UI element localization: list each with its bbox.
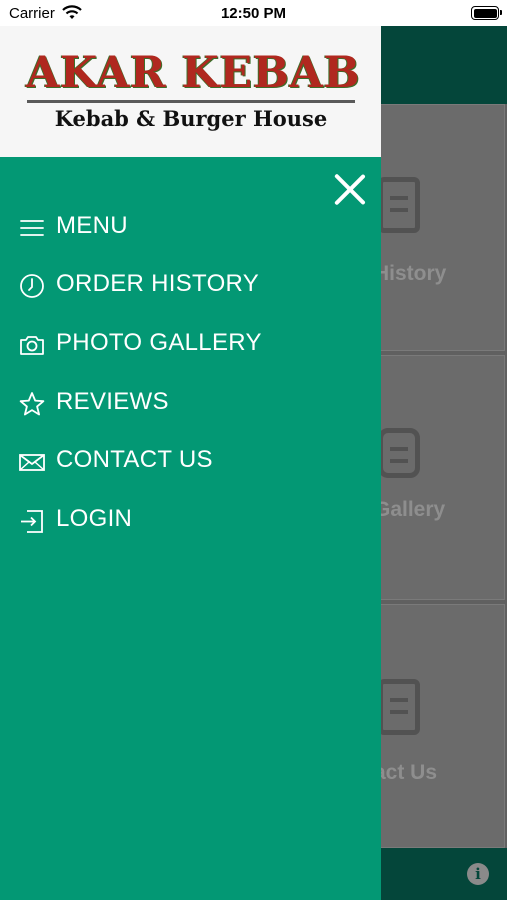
menu-item-login[interactable]: LOGIN (0, 494, 381, 544)
menu-item-photo-gallery[interactable]: PHOTO GALLERY (0, 318, 381, 368)
status-bar: Carrier 12:50 PM (0, 0, 507, 26)
menu-item-label: MENU (56, 212, 128, 239)
brand-divider (27, 100, 355, 103)
envelope-icon (18, 448, 46, 476)
menu-item-label: LOGIN (56, 505, 133, 532)
menu-item-label: REVIEWS (56, 388, 169, 415)
brand-subtitle: Kebab & Burger House (54, 106, 328, 131)
login-icon (18, 507, 46, 535)
info-icon[interactable]: i (467, 863, 489, 885)
background-tile-label: History (374, 262, 447, 285)
menu-item-menu[interactable]: MENU (0, 201, 381, 251)
background-tile-contact-us[interactable]: act Us (373, 604, 505, 848)
menu-item-order-history[interactable]: ORDER HISTORY (0, 259, 381, 309)
clipboard-icon (378, 679, 420, 735)
background-tile-order-history[interactable]: History (373, 104, 505, 351)
menu-item-contact-us[interactable]: CONTACT US (0, 435, 381, 485)
background-tile-label: act Us (374, 761, 438, 784)
hamburger-icon (18, 214, 46, 242)
brand-logo: AKAR KEBAB Kebab & Burger House (0, 26, 381, 157)
menu-item-label: ORDER HISTORY (56, 270, 260, 297)
brand-title: AKAR KEBAB (26, 48, 361, 98)
clock-icon (18, 272, 46, 300)
camera-icon (378, 428, 420, 478)
battery-icon (471, 6, 502, 20)
camera-icon (18, 331, 46, 359)
side-drawer: AKAR KEBAB Kebab & Burger House MENU ORD… (0, 26, 381, 900)
background-tile-label: Gallery (374, 498, 446, 521)
clipboard-icon (378, 177, 420, 233)
menu-item-label: PHOTO GALLERY (56, 329, 262, 356)
menu-item-label: CONTACT US (56, 446, 213, 473)
menu-item-reviews[interactable]: REVIEWS (0, 377, 381, 427)
status-time: 12:50 PM (220, 5, 287, 22)
star-icon (18, 390, 46, 418)
background-tile-photo-gallery[interactable]: Gallery (373, 355, 505, 600)
